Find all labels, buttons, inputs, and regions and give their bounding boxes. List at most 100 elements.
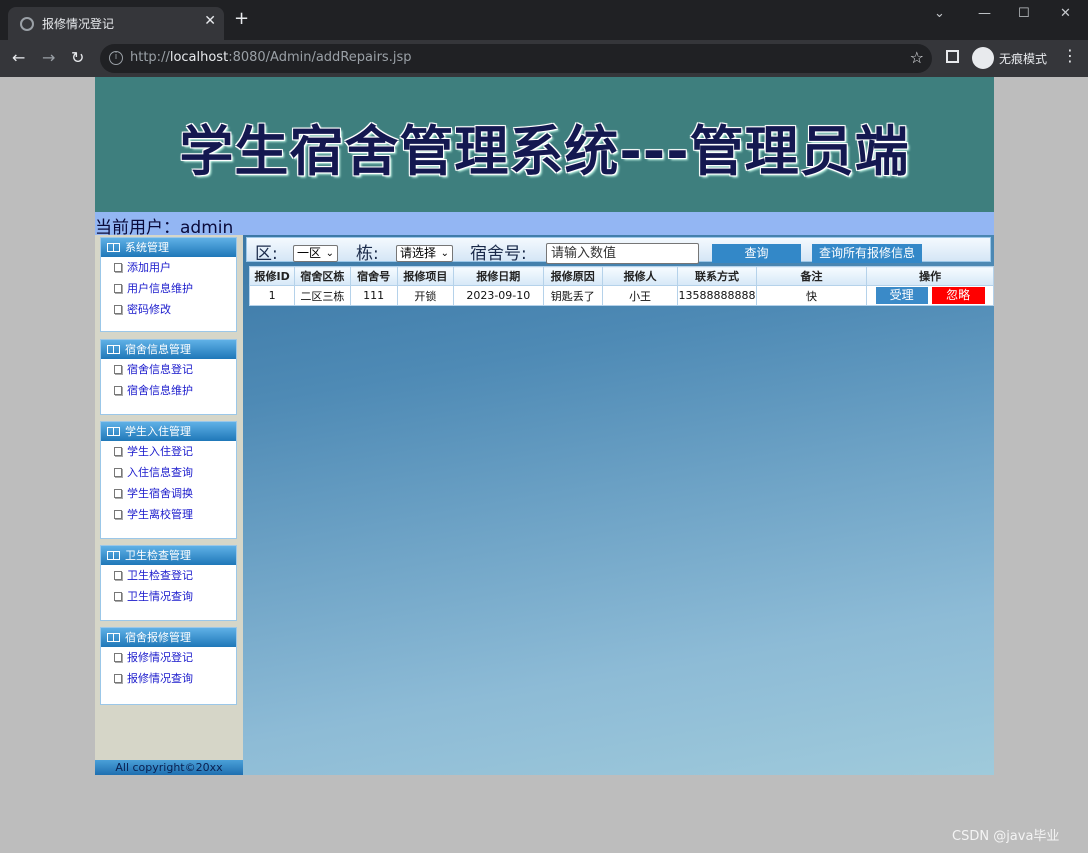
menu-item-label: 卫生检查登记 bbox=[127, 569, 193, 582]
menu-header[interactable]: 系统管理 bbox=[101, 238, 236, 257]
menu-item-dorm-maintain[interactable]: 宿舍信息维护 bbox=[101, 380, 236, 401]
reload-icon[interactable]: ↻ bbox=[71, 48, 84, 67]
bookmark-star-icon[interactable]: ☆ bbox=[910, 48, 924, 67]
menu-item-label: 宿舍信息维护 bbox=[127, 384, 193, 397]
menu-item-dorm-register[interactable]: 宿舍信息登记 bbox=[101, 359, 236, 380]
menu-item-label: 入住信息查询 bbox=[127, 466, 193, 479]
book-icon bbox=[107, 345, 120, 354]
menu-item-checkin-query[interactable]: 入住信息查询 bbox=[101, 462, 236, 483]
menu-item-checkin-register[interactable]: 学生入住登记 bbox=[101, 441, 236, 462]
menu-group-dorm: 宿舍信息管理 宿舍信息登记 宿舍信息维护 bbox=[100, 339, 237, 415]
back-arrow-icon[interactable]: ← bbox=[12, 48, 25, 67]
menu-header[interactable]: 宿舍信息管理 bbox=[101, 340, 236, 359]
main-content: 区: 一区 ⌄ 栋: 请选择 ⌄ 宿舍号: 请输入数值 查询 查询所有报修信息 报修… bbox=[243, 235, 994, 775]
cell-date: 2023-09-10 bbox=[453, 285, 544, 306]
document-icon bbox=[114, 386, 122, 395]
tab-title: 报修情况登记 bbox=[42, 17, 115, 31]
new-tab-button[interactable]: + bbox=[234, 10, 249, 28]
area-select[interactable]: 一区 ⌄ bbox=[293, 245, 338, 262]
cell-id: 1 bbox=[248, 285, 296, 306]
document-icon bbox=[114, 592, 122, 601]
document-icon bbox=[114, 284, 122, 293]
col-header: 报修原因 bbox=[542, 266, 603, 286]
minimize-button[interactable]: — bbox=[978, 6, 991, 21]
col-header: 报修ID bbox=[248, 266, 296, 286]
menu-item-dorm-swap[interactable]: 学生宿舍调换 bbox=[101, 483, 236, 504]
cell-room: 111 bbox=[349, 285, 398, 306]
menu-header[interactable]: 卫生检查管理 bbox=[101, 546, 236, 565]
col-header: 联系方式 bbox=[677, 266, 757, 286]
menu-item-label: 学生宿舍调换 bbox=[127, 487, 193, 500]
menu-item-change-password[interactable]: 密码修改 bbox=[101, 299, 236, 320]
menu-header-label: 宿舍信息管理 bbox=[125, 343, 191, 356]
chevron-down-icon: ⌄ bbox=[440, 248, 449, 259]
room-number-input[interactable]: 请输入数值 bbox=[546, 243, 699, 264]
menu-item-repair-query[interactable]: 报修情况查询 bbox=[101, 668, 236, 689]
book-icon bbox=[107, 551, 120, 560]
document-icon bbox=[114, 447, 122, 456]
menu-item-label: 报修情况登记 bbox=[127, 651, 193, 664]
forward-arrow-icon[interactable]: → bbox=[42, 48, 55, 67]
menu-item-label: 密码修改 bbox=[127, 303, 171, 316]
more-menu-icon[interactable]: ⋮ bbox=[1062, 48, 1078, 64]
query-all-button[interactable]: 查询所有报修信息 bbox=[812, 244, 922, 263]
menu-item-label: 添加用户 bbox=[127, 261, 171, 274]
room-label: 宿舍号: bbox=[470, 244, 527, 264]
browser-tab[interactable]: 报修情况登记 ✕ bbox=[8, 7, 224, 40]
chevron-down-icon: ⌄ bbox=[325, 248, 334, 259]
menu-item-leave[interactable]: 学生离校管理 bbox=[101, 504, 236, 525]
col-header: 报修日期 bbox=[453, 266, 544, 286]
room-number-placeholder: 请输入数值 bbox=[551, 246, 617, 261]
watermark: CSDN @java毕业 bbox=[952, 829, 1060, 844]
incognito-icon bbox=[972, 47, 994, 69]
query-button[interactable]: 查询 bbox=[712, 244, 801, 263]
book-icon bbox=[107, 427, 120, 436]
col-header: 报修人 bbox=[601, 266, 679, 286]
menu-item-add-user[interactable]: 添加用户 bbox=[101, 257, 236, 278]
browser-tabbar: 报修情况登记 ✕ + ⌄ — ☐ ✕ bbox=[0, 0, 1088, 40]
menu-item-label: 学生离校管理 bbox=[127, 508, 193, 521]
cell-item: 开锁 bbox=[396, 285, 455, 306]
menu-item-label: 学生入住登记 bbox=[127, 445, 193, 458]
document-icon bbox=[114, 674, 122, 683]
ignore-button[interactable]: 忽略 bbox=[931, 287, 985, 304]
accept-button[interactable]: 受理 bbox=[875, 287, 928, 304]
url-text: http://localhost:8080/Admin/addRepairs.j… bbox=[130, 50, 411, 65]
cell-reason: 钥匙丢了 bbox=[542, 285, 603, 306]
incognito-label: 无痕模式 bbox=[999, 52, 1048, 66]
document-icon bbox=[114, 510, 122, 519]
document-icon bbox=[114, 653, 122, 662]
url-host: localhost bbox=[169, 50, 229, 65]
cell-reporter: 小王 bbox=[601, 285, 679, 306]
menu-item-label: 用户信息维护 bbox=[127, 282, 193, 295]
menu-header[interactable]: 宿舍报修管理 bbox=[101, 628, 236, 647]
menu-item-user-maintain[interactable]: 用户信息维护 bbox=[101, 278, 236, 299]
menu-group-hygiene: 卫生检查管理 卫生检查登记 卫生情况查询 bbox=[100, 545, 237, 621]
address-bar[interactable]: i http://localhost:8080/Admin/addRepairs… bbox=[100, 44, 932, 73]
table-header-row: 报修ID 宿舍区栋 宿舍号 报修项目 报修日期 报修原因 报修人 联系方式 备注… bbox=[248, 266, 994, 286]
cell-phone: 13588888888 bbox=[677, 285, 757, 306]
menu-header[interactable]: 学生入住管理 bbox=[101, 422, 236, 441]
menu-item-hygiene-register[interactable]: 卫生检查登记 bbox=[101, 565, 236, 586]
tab-search-icon[interactable]: ⌄ bbox=[934, 6, 945, 21]
side-panel-icon[interactable] bbox=[946, 50, 959, 63]
building-select[interactable]: 请选择 ⌄ bbox=[396, 245, 453, 262]
building-select-value: 请选择 bbox=[400, 246, 437, 260]
col-header: 备注 bbox=[755, 266, 868, 286]
menu-item-repair-register[interactable]: 报修情况登记 bbox=[101, 647, 236, 668]
menu-item-label: 报修情况查询 bbox=[127, 672, 193, 685]
maximize-button[interactable]: ☐ bbox=[1018, 6, 1030, 21]
area-select-value: 一区 bbox=[297, 246, 322, 260]
incognito-indicator[interactable]: 无痕模式 bbox=[970, 45, 1050, 71]
menu-item-hygiene-query[interactable]: 卫生情况查询 bbox=[101, 586, 236, 607]
document-icon bbox=[114, 305, 122, 314]
tab-close-icon[interactable]: ✕ bbox=[204, 13, 216, 29]
menu-group-checkin: 学生入住管理 学生入住登记 入住信息查询 学生宿舍调换 学生离校管理 bbox=[100, 421, 237, 539]
close-window-button[interactable]: ✕ bbox=[1060, 6, 1071, 21]
browser-toolbar: ← → ↻ i http://localhost:8080/Admin/addR… bbox=[0, 40, 1088, 77]
document-icon bbox=[114, 365, 122, 374]
document-icon bbox=[114, 489, 122, 498]
book-icon bbox=[107, 633, 120, 642]
info-icon[interactable]: i bbox=[109, 51, 123, 65]
cell-area: 二区三栋 bbox=[294, 285, 351, 306]
